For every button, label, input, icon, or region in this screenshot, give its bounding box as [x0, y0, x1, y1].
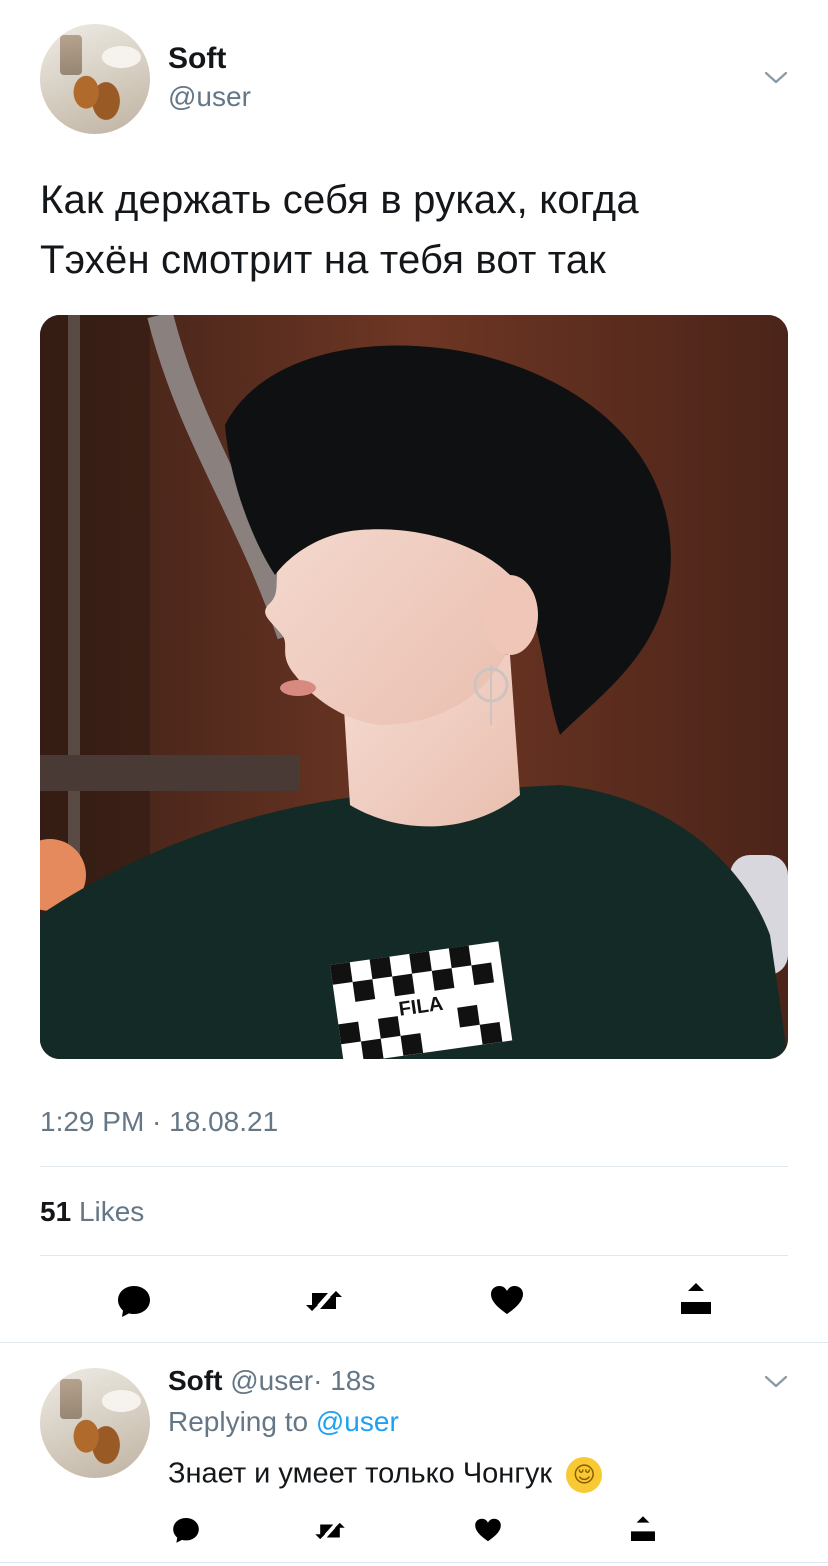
like-icon[interactable] — [472, 1514, 504, 1546]
reply-text: Знает и умеет только Чонгук 😌 — [168, 1457, 603, 1493]
reply-header: Soft @user· 18s — [168, 1365, 375, 1397]
author-handle[interactable]: @user — [168, 81, 251, 113]
tweet-timestamp[interactable]: 1:29 PM · 18.08.21 — [40, 1106, 278, 1138]
likes-label: Likes — [78, 1196, 145, 1227]
replying-to: Replying to @user — [168, 1406, 399, 1438]
relieved-face-emoji: 😌 — [566, 1457, 603, 1493]
retweet-icon[interactable] — [312, 1516, 348, 1546]
likes-count: 51 — [40, 1196, 72, 1227]
chevron-down-icon[interactable] — [762, 1372, 790, 1392]
divider — [40, 1166, 788, 1167]
share-icon[interactable] — [676, 1278, 716, 1320]
divider — [0, 1562, 828, 1563]
reply-icon[interactable] — [170, 1514, 202, 1546]
tweet-text: Как держать себя в руках, когда Тэхён см… — [40, 170, 639, 290]
replying-to-handle[interactable]: @user — [316, 1406, 399, 1437]
reply-author-avatar[interactable] — [40, 1368, 150, 1478]
reply-age: · 18s — [313, 1365, 376, 1396]
tweet-text-line: Как держать себя в руках, когда — [40, 178, 639, 222]
tweet-photo[interactable]: FILA — [40, 315, 788, 1059]
replying-to-label: Replying to — [168, 1406, 309, 1437]
like-icon[interactable] — [487, 1280, 527, 1320]
author-avatar[interactable] — [40, 24, 150, 134]
tweet-text-line: Тэхён смотрит на тебя вот так — [40, 238, 606, 282]
divider — [0, 1342, 828, 1343]
reply-text-body: Знает и умеет только Чонгук — [168, 1457, 553, 1490]
divider — [40, 1255, 788, 1256]
author-display-name[interactable]: Soft — [168, 42, 226, 76]
chevron-down-icon[interactable] — [762, 68, 790, 88]
reply-author-display-name[interactable]: Soft — [168, 1365, 222, 1396]
retweet-icon[interactable] — [302, 1283, 346, 1319]
reply-icon[interactable] — [114, 1281, 154, 1321]
reply-author-handle[interactable]: @user — [230, 1365, 313, 1396]
share-icon[interactable] — [627, 1512, 659, 1546]
likes-stat[interactable]: 51 Likes — [40, 1196, 144, 1228]
